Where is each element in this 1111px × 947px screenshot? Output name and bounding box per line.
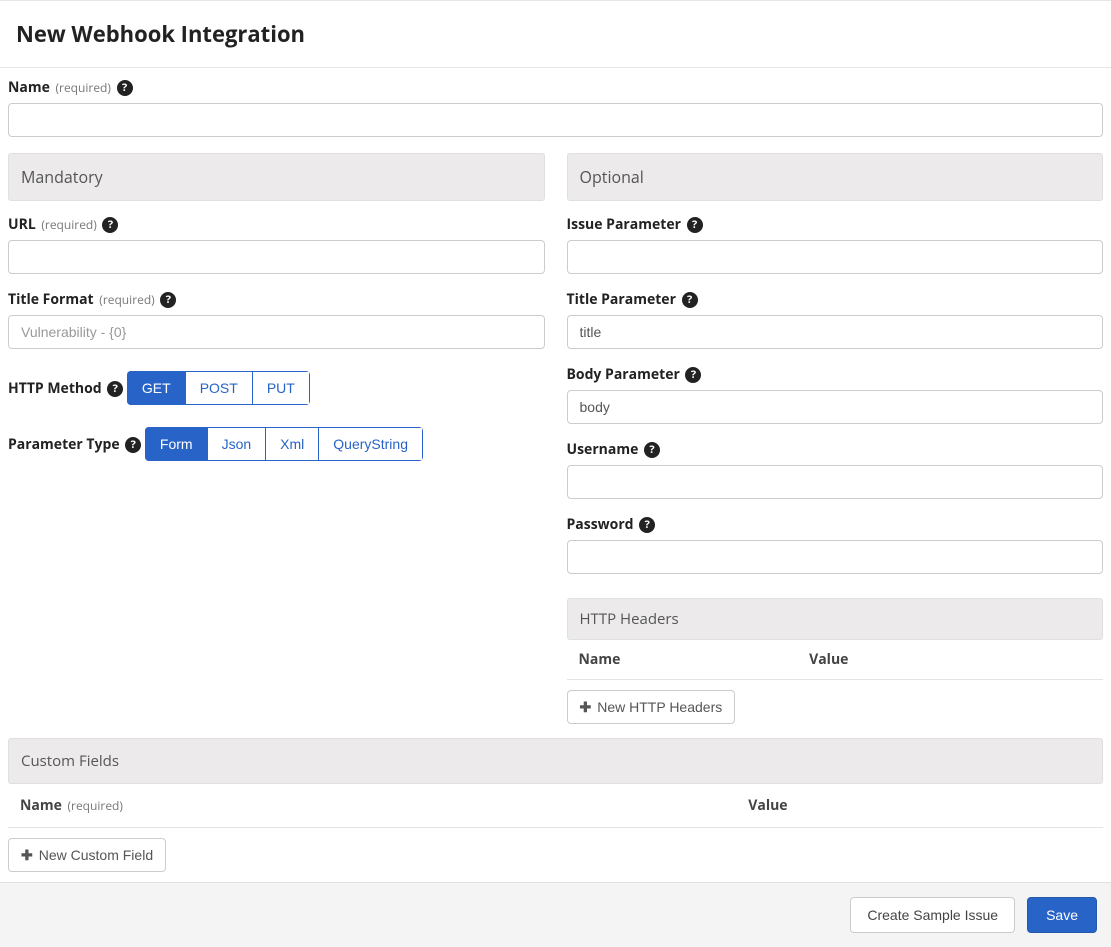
title-format-input[interactable]: [8, 315, 545, 349]
help-icon[interactable]: ?: [687, 217, 703, 233]
username-group: Username ?: [567, 440, 1104, 499]
http-headers-col-value: Value: [809, 650, 1091, 669]
custom-fields-col-name: Name (required): [20, 796, 748, 815]
username-label: Username: [567, 440, 639, 459]
issue-parameter-label: Issue Parameter: [567, 215, 681, 234]
title-parameter-group: Title Parameter ?: [567, 290, 1104, 349]
issue-parameter-group: Issue Parameter ?: [567, 215, 1104, 274]
http-method-buttons: GETPOSTPUT: [127, 371, 310, 405]
title-format-required-note: (required): [99, 291, 154, 308]
plus-icon: ✚: [21, 848, 33, 862]
issue-parameter-input[interactable]: [567, 240, 1104, 274]
parameter-type-option-form[interactable]: Form: [145, 427, 208, 461]
body-parameter-input[interactable]: [567, 390, 1104, 424]
http-method-option-get[interactable]: GET: [127, 371, 186, 405]
http-method-option-post[interactable]: POST: [186, 371, 253, 405]
http-method-group: HTTP Method ? GETPOSTPUT: [8, 365, 545, 405]
body-parameter-group: Body Parameter ?: [567, 365, 1104, 424]
http-headers-table-header: Name Value: [567, 640, 1104, 680]
custom-fields-section: Custom Fields Name (required) Value ✚ Ne…: [8, 738, 1103, 872]
password-group: Password ?: [567, 515, 1104, 574]
parameter-type-label: Parameter Type: [8, 435, 120, 454]
cf-name-label: Name: [20, 796, 62, 815]
plus-icon: ✚: [580, 700, 592, 714]
parameter-type-buttons: FormJsonXmlQueryString: [145, 427, 423, 461]
username-input[interactable]: [567, 465, 1104, 499]
help-icon[interactable]: ?: [160, 292, 176, 308]
name-group: Name (required) ?: [8, 78, 1103, 137]
url-input[interactable]: [8, 240, 545, 274]
custom-fields-header: Custom Fields: [8, 738, 1103, 784]
title-parameter-label: Title Parameter: [567, 290, 676, 309]
parameter-type-option-querystring[interactable]: QueryString: [319, 427, 423, 461]
title-parameter-input[interactable]: [567, 315, 1104, 349]
new-custom-field-label: New Custom Field: [39, 847, 153, 863]
parameter-type-option-json[interactable]: Json: [208, 427, 267, 461]
password-label: Password: [567, 515, 634, 534]
help-icon[interactable]: ?: [107, 381, 123, 397]
body-parameter-label: Body Parameter: [567, 365, 680, 384]
help-icon[interactable]: ?: [102, 217, 118, 233]
url-label: URL: [8, 215, 36, 234]
password-input[interactable]: [567, 540, 1104, 574]
new-http-headers-label: New HTTP Headers: [597, 699, 722, 715]
help-icon[interactable]: ?: [639, 517, 655, 533]
http-method-label: HTTP Method: [8, 379, 102, 398]
custom-fields-columns-row: Name (required) Value: [8, 784, 1103, 828]
footer: Create Sample Issue Save: [0, 882, 1111, 947]
name-required-note: (required): [56, 79, 111, 96]
help-icon[interactable]: ?: [644, 442, 660, 458]
url-group: URL (required) ?: [8, 215, 545, 274]
parameter-type-option-xml[interactable]: Xml: [266, 427, 319, 461]
help-icon[interactable]: ?: [117, 80, 133, 96]
title-format-label: Title Format: [8, 290, 94, 309]
mandatory-header: Mandatory: [8, 153, 545, 201]
two-column-layout: Mandatory URL (required) ? Title Format …: [8, 153, 1103, 724]
page-wrapper: New Webhook Integration Name (required) …: [0, 0, 1111, 947]
optional-header: Optional: [567, 153, 1104, 201]
parameter-type-group: Parameter Type ? FormJsonXmlQueryString: [8, 421, 545, 461]
panel-body: Name (required) ? Mandatory URL (require…: [0, 68, 1111, 872]
custom-fields-col-value: Value: [748, 796, 1091, 815]
name-input[interactable]: [8, 103, 1103, 137]
save-button[interactable]: Save: [1027, 897, 1097, 933]
page-title: New Webhook Integration: [16, 19, 1095, 49]
mandatory-column: Mandatory URL (required) ? Title Format …: [8, 153, 545, 724]
name-label: Name: [8, 78, 50, 97]
url-required-note: (required): [41, 216, 96, 233]
help-icon[interactable]: ?: [682, 292, 698, 308]
new-http-headers-button[interactable]: ✚ New HTTP Headers: [567, 690, 736, 724]
help-icon[interactable]: ?: [125, 437, 141, 453]
http-method-option-put[interactable]: PUT: [253, 371, 310, 405]
title-format-group: Title Format (required) ?: [8, 290, 545, 349]
help-icon[interactable]: ?: [685, 367, 701, 383]
optional-column: Optional Issue Parameter ? Title Paramet…: [567, 153, 1104, 724]
cf-name-note: (required): [68, 797, 123, 814]
panel-header: New Webhook Integration: [0, 0, 1111, 68]
create-sample-issue-button[interactable]: Create Sample Issue: [850, 897, 1015, 933]
http-headers-col-name: Name: [579, 650, 810, 669]
http-headers-header: HTTP Headers: [567, 598, 1104, 640]
new-custom-field-button[interactable]: ✚ New Custom Field: [8, 838, 166, 872]
